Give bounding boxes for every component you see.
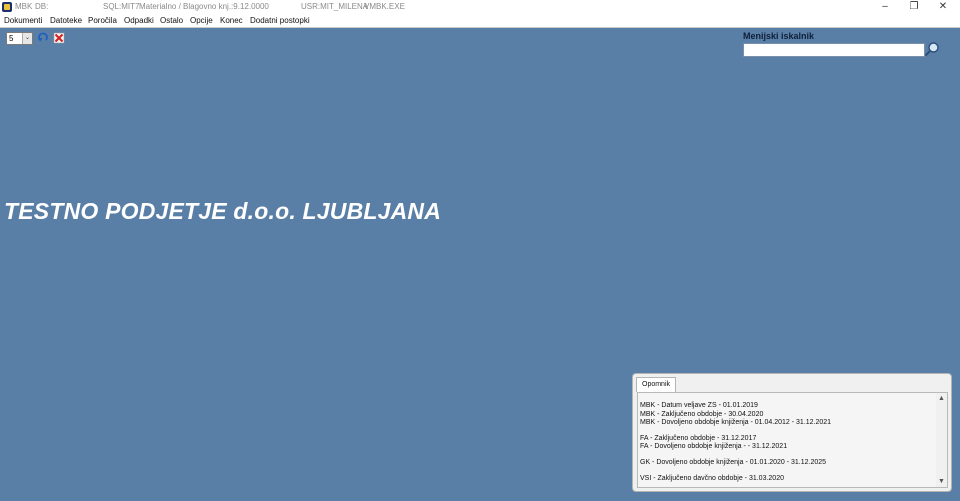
scroll-up-icon[interactable]: ▲ [938,395,945,402]
delete-icon[interactable] [53,32,65,44]
menu-datoteke[interactable]: Datoteke [50,16,82,25]
reminder-line: MBK - Datum veljave ZS - 01.01.2019 [640,402,758,409]
title-bar: MBK DB: SQL:MIT7 Materialno / Blagovno k… [0,0,960,14]
refresh-icon[interactable] [37,32,49,44]
reminder-panel: Opomnik MBK - Datum veljave ZS - 01.01.2… [632,373,952,492]
combo-value: 5 [9,34,14,43]
search-icon[interactable] [924,41,940,57]
selection-combo[interactable]: 5 ⌄ [6,32,33,45]
menu-porocila[interactable]: Poročila [88,16,117,25]
exe-label: VMBK.EXE [364,2,405,11]
close-button[interactable]: ✕ [928,0,958,14]
tab-opomnik[interactable]: Opomnik [636,377,677,392]
reminder-line: VSI - Zaključeno davčno obdobje - 31.03.… [640,474,784,482]
company-name: TESTNO PODJETJE d.o.o. LJUBLJANA [4,198,442,224]
menu-search-input[interactable] [743,43,925,57]
menu-konec[interactable]: Konec [220,16,243,25]
scroll-down-icon[interactable]: ▼ [938,478,945,485]
reminder-line: GK - Dovoljeno obdobje knjiženja - 01.01… [640,458,827,466]
user-label: USR:MIT_MILENA [301,2,369,11]
restore-button[interactable]: ❐ [899,0,929,14]
menu-search-title: Menijski iskalnik [743,31,815,41]
menu-dokumenti[interactable]: Dokumenti [4,16,42,25]
menu-dodatni-postopki[interactable]: Dodatni postopki [250,16,310,25]
sql-label: SQL:MIT7 [103,2,140,11]
reminder-line: FA - Zaključeno obdobje - 31.12.2017 [640,434,757,442]
chevron-down-icon[interactable]: ⌄ [22,33,32,44]
reminder-scrollbar[interactable]: ▲ ▼ [936,393,947,487]
reminder-line: FA - Dovoljeno obdobje knjiženja - - 31.… [640,443,788,451]
minimize-button[interactable]: – [870,0,900,14]
app-icon [2,2,12,12]
reminder-line: MBK - Zaključeno obdobje - 30.04.2020 [640,410,764,418]
module-label: Materialno / Blagovno knj.:9.12.0000 [139,2,269,11]
menu-ostalo[interactable]: Ostalo [160,16,183,25]
app-name: MBK [15,2,33,11]
menu-opcije[interactable]: Opcije [190,16,213,25]
menu-odpadki[interactable]: Odpadki [124,16,154,25]
menu-bar: Dokumenti Datoteke Poročila Odpadki Osta… [0,14,960,28]
db-label: DB: [35,2,49,11]
reminder-list: MBK - Datum veljave ZS - 01.01.2019 MBK … [637,392,948,488]
reminder-line: MBK - Dovoljeno obdobje knjiženja - 01.0… [640,419,832,427]
